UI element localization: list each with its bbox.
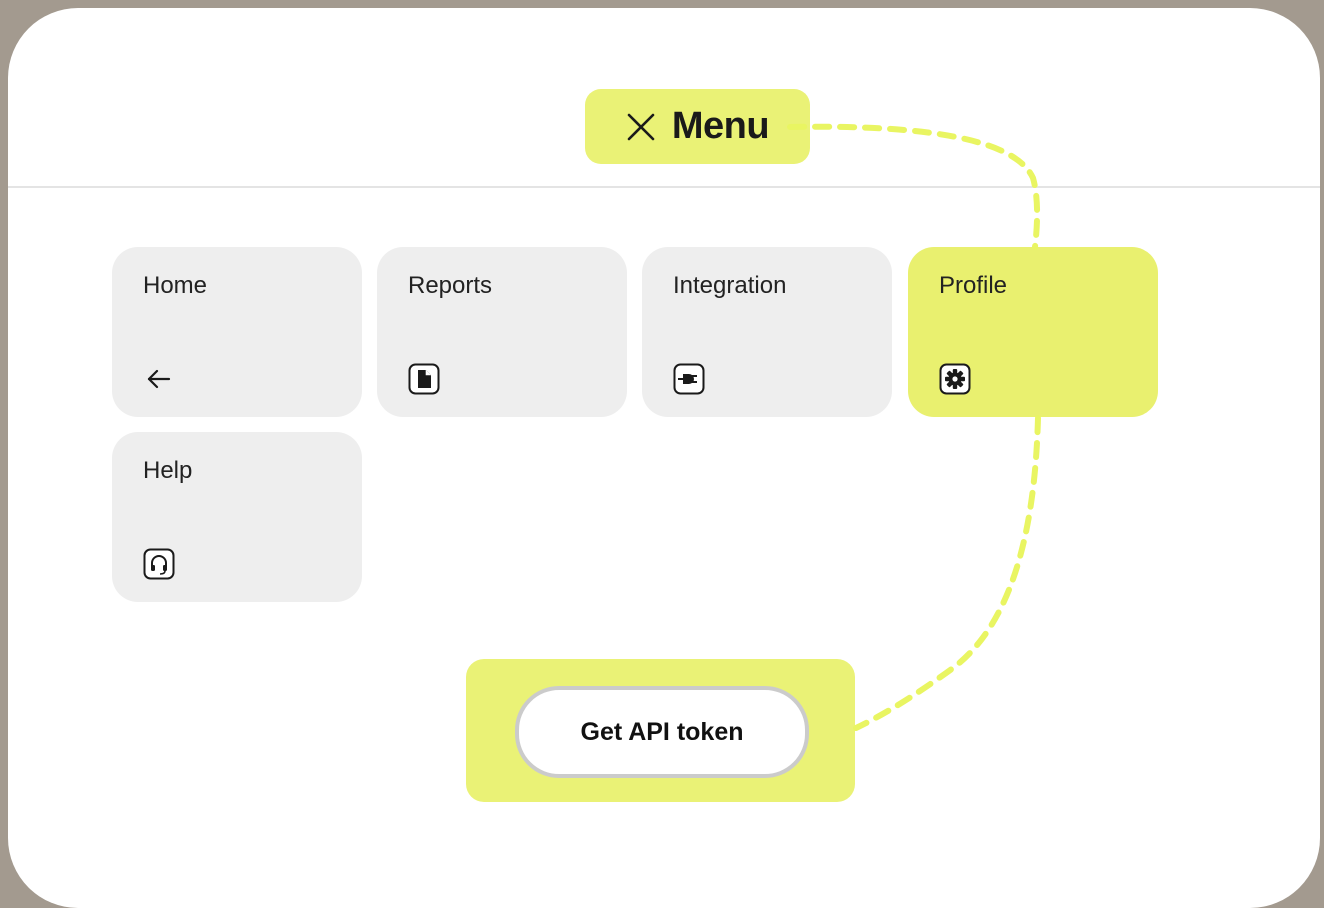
get-api-token-button[interactable]: Get API token — [515, 686, 809, 778]
menu-tile-profile[interactable]: Profile — [908, 247, 1158, 417]
menu-tile-help[interactable]: Help — [112, 432, 362, 602]
menu-close-button[interactable]: Menu — [585, 89, 810, 164]
menu-tile-label: Integration — [673, 272, 787, 299]
api-token-panel: Get API token — [466, 659, 855, 802]
gear-icon — [939, 363, 971, 395]
menu-tile-label: Help — [143, 457, 193, 484]
document-icon — [408, 363, 440, 395]
app-frame: Menu Home Reports Integration Profile He… — [8, 8, 1320, 908]
arrow-left-icon — [147, 369, 171, 389]
close-icon — [627, 113, 655, 140]
connector-line-profile-to-token — [853, 415, 1041, 731]
menu-tile-home[interactable]: Home — [112, 247, 362, 417]
menu-tile-label: Home — [143, 272, 208, 299]
plug-icon — [673, 363, 705, 395]
menu-tile-label: Reports — [408, 272, 493, 299]
header-divider — [8, 186, 1320, 188]
headset-icon — [143, 548, 175, 580]
menu-tile-label: Profile — [939, 272, 1008, 299]
menu-tile-reports[interactable]: Reports — [377, 247, 627, 417]
menu-tile-integration[interactable]: Integration — [642, 247, 892, 417]
menu-title: Menu — [671, 105, 770, 147]
